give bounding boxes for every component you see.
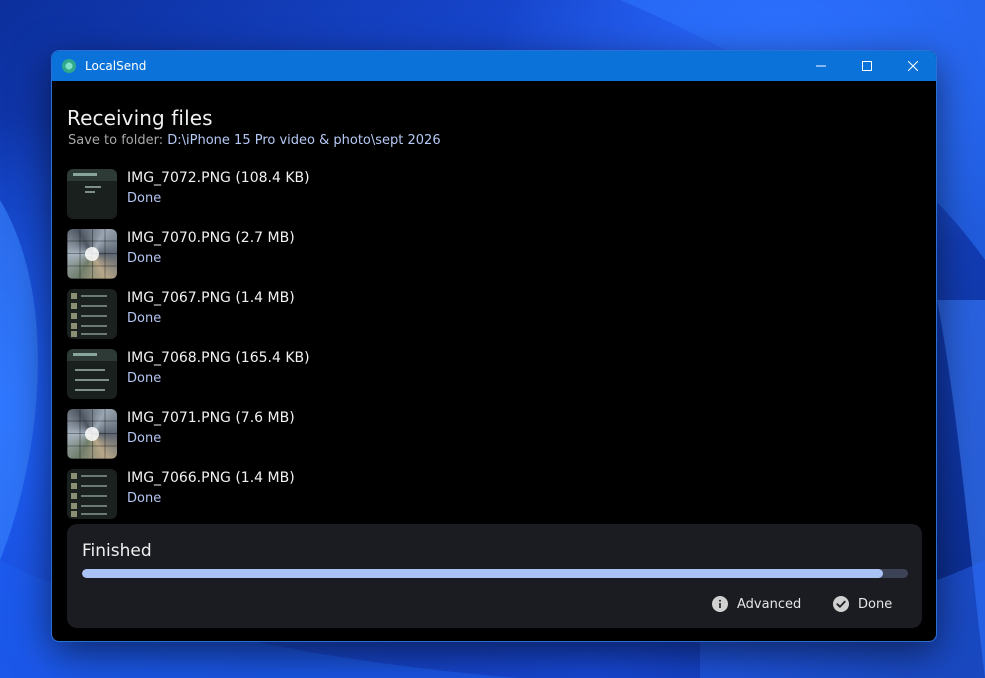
window-controls [798, 51, 936, 81]
file-status: Done [127, 311, 162, 326]
file-name: IMG_7067.PNG (1.4 MB) [127, 290, 295, 306]
file-thumbnail [67, 469, 117, 519]
file-status: Done [127, 431, 162, 446]
file-item: IMG_7068.PNG (165.4 KB) Done [67, 349, 927, 409]
file-status: Done [127, 191, 162, 206]
progress-bar-fill [82, 569, 884, 578]
close-icon [908, 61, 918, 71]
advanced-button-label: Advanced [737, 596, 802, 612]
file-thumbnail [67, 349, 117, 399]
localsend-icon [62, 59, 76, 73]
close-button[interactable] [890, 51, 936, 81]
minimize-icon [816, 65, 826, 67]
maximize-button[interactable] [844, 51, 890, 81]
progress-bar [82, 569, 908, 578]
progress-status-title: Finished [82, 541, 152, 561]
file-item: IMG_7066.PNG (1.4 MB) Done [67, 469, 927, 529]
file-status: Done [127, 491, 162, 506]
save-folder-line: Save to folder: D:\iPhone 15 Pro video &… [68, 133, 441, 148]
file-name: IMG_7072.PNG (108.4 KB) [127, 170, 310, 186]
file-item: IMG_7071.PNG (7.6 MB) Done [67, 409, 927, 469]
file-thumbnail [67, 289, 117, 339]
file-status: Done [127, 251, 162, 266]
file-item: IMG_7067.PNG (1.4 MB) Done [67, 289, 927, 349]
maximize-icon [862, 61, 872, 71]
save-folder-path[interactable]: D:\iPhone 15 Pro video & photo\sept 2026 [167, 133, 440, 148]
title-bar[interactable]: LocalSend [52, 51, 936, 81]
file-thumbnail [67, 169, 117, 219]
minimize-button[interactable] [798, 51, 844, 81]
window-title: LocalSend [85, 59, 147, 73]
check-circle-icon [833, 596, 849, 612]
file-name: IMG_7070.PNG (2.7 MB) [127, 230, 295, 246]
page-title: Receiving files [67, 106, 213, 130]
file-list: IMG_7072.PNG (108.4 KB) Done IMG_7070.PN… [67, 169, 927, 529]
file-status: Done [127, 371, 162, 386]
file-name: IMG_7071.PNG (7.6 MB) [127, 410, 295, 426]
done-button[interactable]: Done [833, 593, 892, 615]
file-thumbnail [67, 229, 117, 279]
progress-panel: Finished Advanced Done [67, 524, 922, 628]
done-button-label: Done [858, 596, 893, 612]
file-item: IMG_7070.PNG (2.7 MB) Done [67, 229, 927, 289]
save-folder-label: Save to folder: [68, 133, 164, 148]
advanced-button[interactable]: Advanced [712, 593, 801, 615]
localsend-window: LocalSend Receiving files Save to folder… [51, 50, 937, 642]
info-icon [712, 596, 728, 612]
file-name: IMG_7066.PNG (1.4 MB) [127, 470, 295, 486]
file-item: IMG_7072.PNG (108.4 KB) Done [67, 169, 927, 229]
file-name: IMG_7068.PNG (165.4 KB) [127, 350, 310, 366]
file-thumbnail [67, 409, 117, 459]
